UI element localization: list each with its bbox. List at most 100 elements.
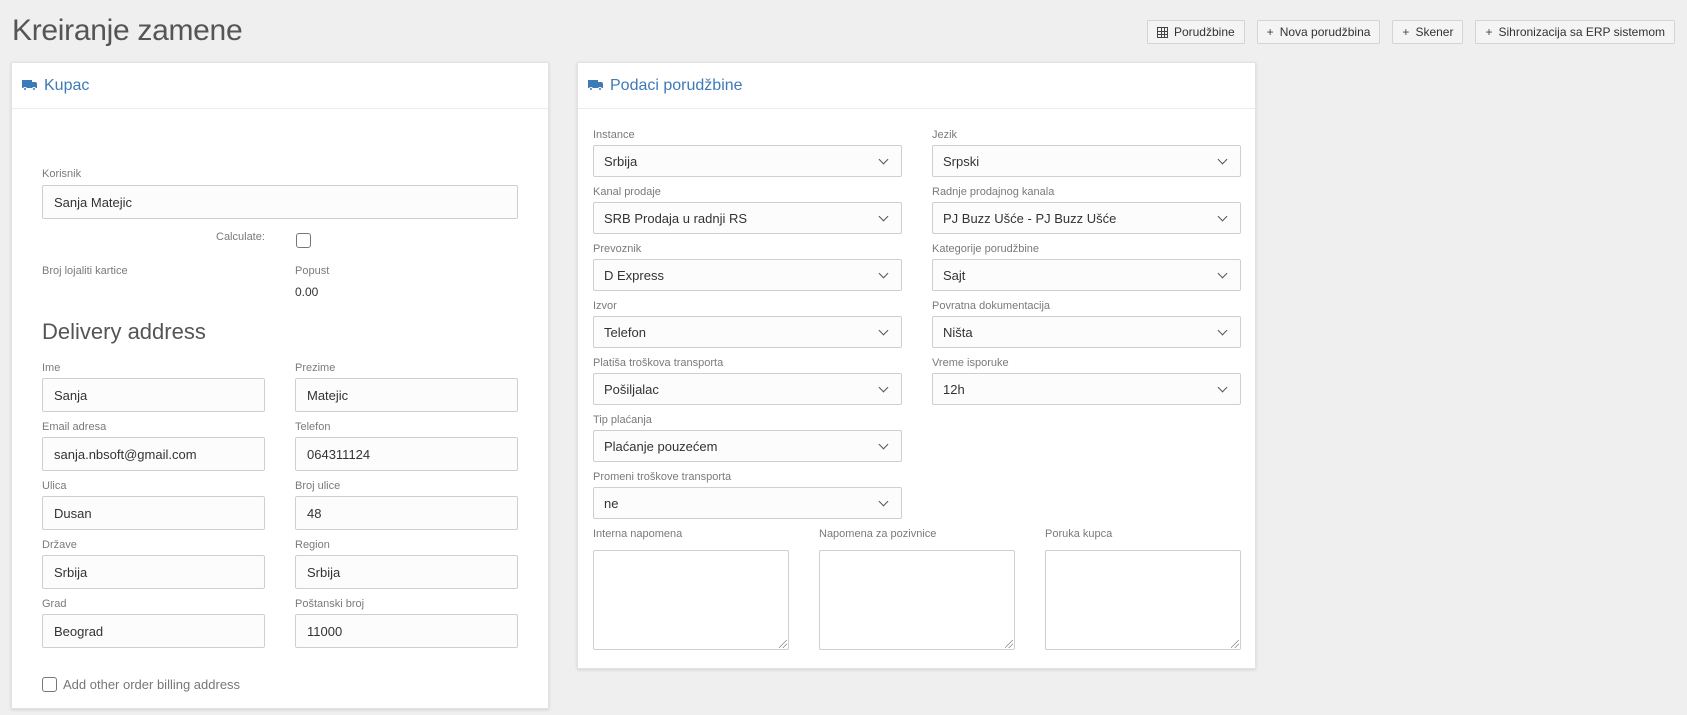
plus-icon: + (1485, 25, 1493, 39)
postal-code-input[interactable]: 11000 (295, 614, 518, 648)
return-docs-label: Povratna dokumentacija (932, 300, 1051, 312)
sales-channel-label: Kanal prodaje (593, 186, 661, 198)
page-title: Kreiranje zamene (12, 14, 243, 47)
payment-type-select[interactable]: Plaćanje pouzećem (593, 430, 902, 462)
delivery-address-heading: Delivery address (42, 319, 206, 344)
discount-label: Popust (295, 265, 330, 277)
erp-sync-button[interactable]: + Sihronizacija sa ERP sistemom (1475, 20, 1675, 44)
change-transport-select[interactable]: ne (593, 487, 902, 519)
order-panel-header: Podaci porudžbine (578, 63, 1255, 109)
chevron-down-icon (878, 325, 889, 335)
user-label: Korisnik (42, 168, 82, 180)
phone-input[interactable]: 064311124 (295, 437, 518, 471)
source-label: Izvor (593, 300, 617, 312)
resize-grip-icon[interactable] (779, 640, 787, 648)
plus-icon: + (1266, 25, 1274, 39)
last-name-label: Prezime (295, 362, 336, 374)
chevron-down-icon (878, 154, 889, 164)
return-docs-select[interactable]: Ništa (932, 316, 1241, 348)
scanner-button[interactable]: + Skener (1392, 20, 1464, 44)
plus-icon: + (1402, 25, 1410, 39)
customer-panel: Kupac Korisnik Sanja Matejic Calculate: … (11, 62, 549, 709)
order-category-label: Kategorije porudžbine (932, 243, 1040, 255)
chevron-down-icon (878, 268, 889, 278)
city-input[interactable]: Beograd (42, 614, 265, 648)
country-label: Države (42, 539, 77, 551)
customer-message-label: Poruka kupca (1045, 528, 1113, 540)
instance-select[interactable]: Srbija (593, 145, 902, 177)
store-label: Radnje prodajnog kanala (932, 186, 1055, 198)
discount-value: 0.00 (295, 285, 319, 299)
chevron-down-icon (878, 439, 889, 449)
change-transport-value: ne (604, 495, 619, 511)
transport-payer-label: Platiša troškova transporta (593, 357, 724, 369)
sales-channel-value: SRB Prodaja u radnji RS (604, 210, 748, 226)
street-number-label: Broj ulice (295, 480, 341, 492)
order-category-select[interactable]: Sajt (932, 259, 1241, 291)
new-order-button-label: Nova porudžbina (1279, 25, 1371, 39)
sales-channel-select[interactable]: SRB Prodaja u radnji RS (593, 202, 902, 234)
chevron-down-icon (878, 382, 889, 392)
billing-address-checkbox[interactable] (42, 677, 57, 692)
calculate-checkbox[interactable] (296, 233, 311, 248)
orders-button-label: Porudžbine (1173, 25, 1235, 39)
email-label: Email adresa (42, 421, 107, 433)
delivery-time-select[interactable]: 12h (932, 373, 1241, 405)
chevron-down-icon (1217, 268, 1228, 278)
order-category-value: Sajt (943, 267, 966, 283)
toolbar: Porudžbine + Nova porudžbina + Skener + … (1146, 20, 1675, 44)
delivery-time-label: Vreme isporuke (932, 357, 1009, 369)
orders-button[interactable]: Porudžbine (1146, 20, 1245, 44)
chevron-down-icon (1217, 154, 1228, 164)
payment-type-label: Tip plaćanja (593, 414, 652, 426)
chevron-down-icon (878, 211, 889, 221)
return-docs-value: Ništa (943, 324, 973, 340)
street-label: Ulica (42, 480, 67, 492)
instance-value: Srbija (604, 153, 638, 169)
delivery-time-value: 12h (943, 381, 965, 397)
loyalty-card-label: Broj lojaliti kartice (42, 265, 128, 277)
truck-icon (22, 80, 38, 91)
table-icon (1156, 26, 1168, 38)
language-select[interactable]: Srpski (932, 145, 1241, 177)
new-order-button[interactable]: + Nova porudžbina (1256, 20, 1381, 44)
source-value: Telefon (604, 324, 646, 340)
chevron-down-icon (1217, 211, 1228, 221)
transport-payer-value: Pošiljalac (604, 381, 659, 397)
invite-note-textarea[interactable] (819, 550, 1015, 650)
carrier-label: Prevoznik (593, 243, 642, 255)
customer-message-textarea[interactable] (1045, 550, 1241, 650)
calculate-label: Calculate: (216, 231, 265, 243)
language-label: Jezik (932, 129, 958, 141)
source-select[interactable]: Telefon (593, 316, 902, 348)
truck-icon (588, 80, 604, 91)
country-input[interactable]: Srbija (42, 555, 265, 589)
internal-note-textarea[interactable] (593, 550, 789, 650)
instance-label: Instance (593, 129, 635, 141)
customer-panel-header: Kupac (12, 63, 548, 109)
customer-panel-title: Kupac (44, 76, 90, 94)
invite-note-label: Napomena za pozivnice (819, 528, 937, 540)
order-panel: Podaci porudžbine Instance Srbija Jezik … (577, 62, 1256, 669)
first-name-input[interactable]: Sanja (42, 378, 265, 412)
city-label: Grad (42, 598, 67, 610)
user-input[interactable]: Sanja Matejic (42, 185, 518, 219)
chevron-down-icon (878, 496, 889, 506)
email-input[interactable]: sanja.nbsoft@gmail.com (42, 437, 265, 471)
change-transport-label: Promeni troškove transporta (593, 471, 732, 483)
resize-grip-icon[interactable] (1231, 640, 1239, 648)
resize-grip-icon[interactable] (1005, 640, 1013, 648)
region-input[interactable]: Srbija (295, 555, 518, 589)
last-name-input[interactable]: Matejic (295, 378, 518, 412)
store-select[interactable]: PJ Buzz Ušće - PJ Buzz Ušće (932, 202, 1241, 234)
phone-label: Telefon (295, 421, 331, 433)
chevron-down-icon (1217, 382, 1228, 392)
transport-payer-select[interactable]: Pošiljalac (593, 373, 902, 405)
carrier-select[interactable]: D Express (593, 259, 902, 291)
carrier-value: D Express (604, 267, 664, 283)
street-number-input[interactable]: 48 (295, 496, 518, 530)
street-input[interactable]: Dusan (42, 496, 265, 530)
order-panel-title: Podaci porudžbine (610, 76, 743, 94)
billing-address-label: Add other order billing address (63, 677, 241, 692)
store-value: PJ Buzz Ušće - PJ Buzz Ušće (943, 210, 1117, 226)
